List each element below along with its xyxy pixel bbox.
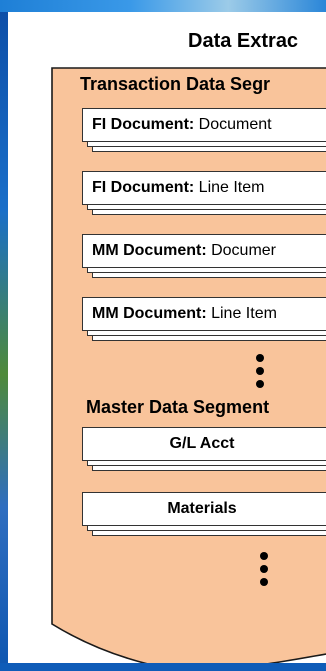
segment-item-mm-document-header: MM Document: Documer [82,234,326,278]
window-bottom-strip [0,663,326,671]
segment-item-fi-document-header: FI Document: Document [82,108,326,152]
segment-item-fi-document-line-item: FI Document: Line Item [82,171,326,215]
window-left-edge [0,12,8,671]
segment-item-label: G/L Acct [169,435,235,452]
continuation-dots-icon [260,552,270,591]
diagram-title: Data Extrac [188,30,299,52]
segment-item-label: Materials [167,500,237,517]
segment-item-label: FI Document: Line Item [92,179,265,196]
diagram-frame: Data Extrac Transaction Data Segr FI Doc… [8,12,326,663]
segment-item-materials: Materials [82,492,326,536]
transaction-segment-title: Transaction Data Segr [80,74,271,94]
master-segment-title: Master Data Segment [86,397,270,417]
segment-item-label: MM Document: Line Item [92,305,277,322]
continuation-dots-icon [256,354,266,393]
segment-item-gl-account: G/L Acct [82,427,326,471]
segment-item-mm-document-line-item: MM Document: Line Item [82,297,326,341]
window-top-strip [0,0,326,12]
segment-item-label: MM Document: Documer [92,242,277,259]
segment-item-label: FI Document: Document [92,116,272,133]
